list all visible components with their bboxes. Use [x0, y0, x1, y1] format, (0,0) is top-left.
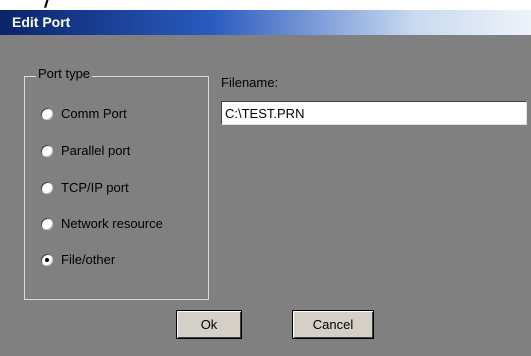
- cancel-button[interactable]: Cancel: [292, 310, 374, 339]
- port-type-legend: Port type: [36, 66, 93, 81]
- radio-file-other[interactable]: File/other: [41, 252, 115, 267]
- radio-parallel-port[interactable]: Parallel port: [41, 143, 130, 158]
- edit-port-dialog: Edit Port Port type Comm Port Parallel p…: [0, 10, 531, 356]
- radio-label: Comm Port: [61, 106, 127, 121]
- background-window-fragment: /: [44, 0, 51, 10]
- radio-circle: [41, 181, 53, 194]
- dialog-body: Port type Comm Port Parallel port TCP/IP…: [0, 35, 531, 356]
- radio-circle: [41, 107, 53, 120]
- radio-circle-selected: [41, 253, 53, 266]
- ok-button[interactable]: Ok: [176, 310, 242, 339]
- filename-label: Filename:: [221, 75, 279, 90]
- background-window-strip: /: [0, 0, 531, 10]
- radio-label: File/other: [61, 252, 116, 267]
- radio-circle: [41, 144, 53, 157]
- radio-comm-port[interactable]: Comm Port: [41, 106, 127, 121]
- radio-network-resource[interactable]: Network resource: [41, 216, 163, 231]
- radio-tcpip-port[interactable]: TCP/IP port: [41, 180, 129, 195]
- radio-label: Network resource: [61, 216, 163, 231]
- radio-label: TCP/IP port: [61, 180, 129, 195]
- radio-label: Parallel port: [61, 143, 131, 158]
- dialog-title: Edit Port: [12, 14, 71, 30]
- title-bar[interactable]: Edit Port: [0, 10, 531, 35]
- radio-circle: [41, 217, 53, 230]
- filename-input[interactable]: [221, 101, 527, 125]
